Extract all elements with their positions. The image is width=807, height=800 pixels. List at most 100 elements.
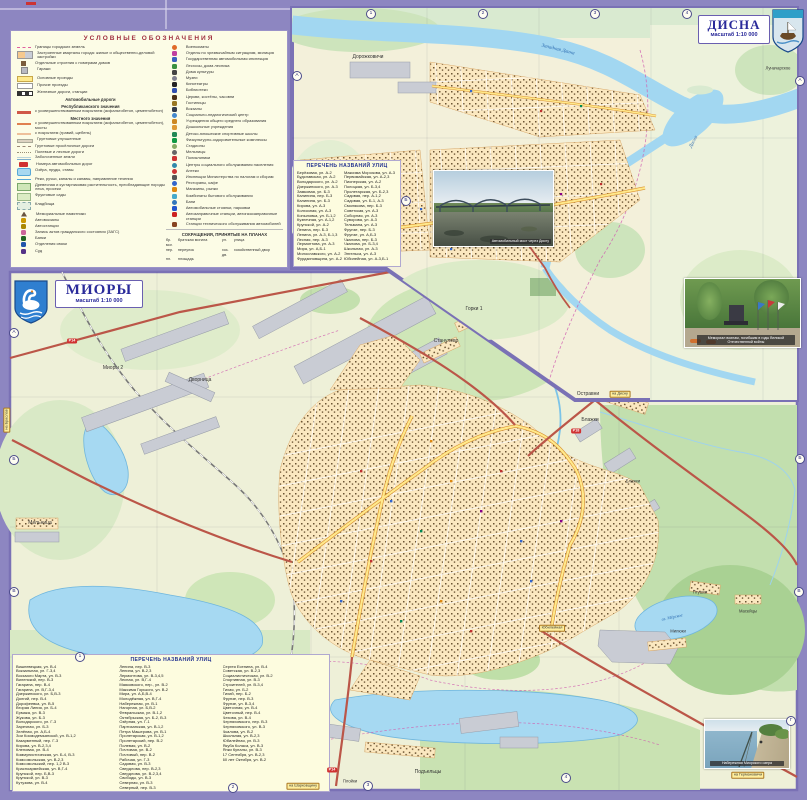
legend-item-label: Фруктовые сады	[35, 193, 66, 198]
abbr-full: переулок	[178, 248, 222, 257]
legend-item: Фруктовые сады	[15, 193, 166, 201]
legend-item-label: Государственная автомобильная инспекция	[186, 57, 268, 62]
legend-item: Границы городских земель	[15, 45, 166, 50]
legend-item: Заболоченные земли	[15, 155, 166, 160]
drive-other-icon	[17, 83, 33, 89]
abbr-full: улица	[234, 238, 278, 247]
legend-item: Отделения связи	[15, 242, 166, 247]
lake-icon	[17, 168, 31, 176]
legend-item-label: Бани	[186, 200, 195, 205]
legend-item-label: Магазины, рынки	[186, 187, 218, 192]
road-field-icon	[17, 152, 31, 153]
legend-item: Основные проезды	[15, 76, 166, 82]
drive-main-icon	[17, 76, 33, 82]
disna-scale: масштаб 1:10 000	[699, 32, 769, 38]
hostel-icon	[172, 101, 177, 106]
border-city-icon	[17, 47, 31, 48]
legend-item-label: Музеи	[186, 76, 198, 81]
stadium-icon	[172, 144, 177, 149]
court-icon	[21, 249, 26, 254]
legend-item: Железные дороги, станции	[15, 90, 166, 96]
legend-item: Библиотеки	[166, 88, 283, 93]
legend-item-label: Реки, ручьи, каналы и канавы, направлени…	[35, 177, 133, 182]
legend-item-label: Грунтовые улучшенные	[37, 137, 81, 142]
flags-drawing	[752, 298, 786, 332]
legend-item: Прочие проезды	[15, 83, 166, 89]
legend-item-label: Станции технического обслуживания автомо…	[186, 222, 281, 227]
legend-item-label: Дома культуры	[186, 70, 214, 75]
legend-item: Грунтовые просёлочные дороги	[15, 144, 166, 149]
grid-marker: А	[292, 71, 302, 81]
abbr-term: хоз. дв.	[222, 248, 234, 257]
legend-panel: УСЛОВНЫЕ ОБОЗНАЧЕНИЯ Границы городских з…	[10, 30, 288, 268]
legend-item: Церкви, костёлы, часовни	[166, 95, 283, 100]
grid-marker: 4	[561, 773, 571, 783]
legend-item-label: Автовокзалы	[35, 218, 59, 223]
settlement-label: Плойки	[343, 779, 357, 784]
road-grv-icon	[17, 133, 31, 136]
legend-item: Озёра, пруды, ставы	[15, 168, 166, 176]
abbr-full: площадь	[178, 257, 222, 262]
legend-item-label: Инспекции Министерства по налогам и сбор…	[186, 175, 274, 180]
legend-item-label: Древесная и кустарниковая растительность…	[35, 183, 166, 192]
school-icon	[172, 119, 177, 124]
polyclinic-icon	[172, 156, 177, 161]
road-direction-sign: на Германовичи	[731, 772, 764, 779]
legend-item-label: Застроенные кварталы города: жилые и общ…	[37, 51, 166, 60]
street-list-entry: Кутузова, ул. В-4	[16, 781, 117, 786]
road-loc-icon	[17, 123, 31, 126]
photo-caption: Автомобильный мост через Дисну	[490, 239, 551, 244]
museum-icon	[172, 76, 177, 81]
miory-title: МИОРЫ	[56, 282, 142, 298]
abbr-term: ул.	[222, 238, 234, 247]
road-num-icon	[19, 162, 28, 167]
settlement-label: Масейцы	[739, 609, 757, 614]
miory-street-column: Сергея Есенина, ул. В-4Советская, ул. В-…	[223, 665, 326, 791]
street-list-entry: Фурдзиновщина, ул. А-2	[297, 257, 342, 262]
grid-marker: 3	[590, 9, 600, 19]
road-direction-sign: на Дисну	[610, 391, 631, 398]
miory-coat-of-arms	[13, 279, 49, 325]
disna-street-column: Берёзовая, ул. А-2Будславская, ул. А-2Во…	[297, 171, 344, 262]
road-number-badge: Р14	[67, 339, 77, 344]
legend-item-label: Гаражи	[37, 67, 51, 72]
abbr-term: бр. мог.	[166, 238, 178, 247]
monument-icon	[21, 212, 27, 217]
legend-item: Лесхозы, дома лесника	[166, 64, 283, 69]
legend-item-label: Комбинаты бытового обслуживания	[186, 194, 253, 199]
legend-item-label: Лесхозы, дома лесника	[186, 64, 230, 69]
disna-street-list: ПЕРЕЧЕНЬ НАЗВАНИЙ УЛИЦ Берёзовая, ул. А-…	[293, 160, 401, 267]
grid-marker: Б	[9, 455, 19, 465]
legend-item: Магазины, рынки	[166, 187, 283, 192]
legend-section-header: Автомобильные дороги	[15, 97, 166, 102]
grid-marker: 1	[366, 9, 376, 19]
legend-item: Аптеки	[166, 169, 283, 174]
legend-item: Номера автомобильных дорог	[15, 162, 166, 167]
mchs-icon	[172, 51, 177, 56]
forest-icon	[17, 183, 31, 191]
abbr-term: пл.	[166, 257, 178, 262]
legend-item-label: Церкви, костёлы, часовни	[186, 95, 234, 100]
legend-item: Детско-юношеские спортивные школы	[166, 132, 283, 137]
legend-item-label: Социально-педагогический центр	[186, 113, 249, 118]
road-imp-icon	[17, 139, 33, 143]
legend-item: Государственная автомобильная инспекция	[166, 57, 283, 62]
legend-item: Реки, ручьи, каналы и канавы, направлени…	[15, 177, 166, 182]
garden-icon	[17, 193, 31, 201]
road-rep-icon	[17, 111, 31, 114]
abbreviations-title: СОКРАЩЕНИЯ, ПРИНЯТЫЕ НА ПЛАНАХ	[166, 232, 283, 237]
pedcenter-icon	[172, 113, 177, 118]
garage-icon	[21, 67, 28, 74]
legend-item: Бани	[166, 200, 283, 205]
settlement-label: Дворница	[189, 377, 212, 383]
kindergarten-icon	[172, 125, 177, 130]
legend-item-label: Номера автомобильных дорог	[36, 162, 93, 167]
culture-icon	[172, 70, 177, 75]
legend-item: Застроенные кварталы города: жилые и общ…	[15, 51, 166, 60]
legend-item-label: Дошкольные учреждения	[186, 125, 233, 130]
legend-item: с усовершенствованным покрытием (асфальт…	[15, 121, 166, 130]
legend-item: Мельницы	[166, 150, 283, 155]
forestry-icon	[172, 64, 177, 69]
river-icon	[17, 179, 31, 180]
legend-item-label: с усовершенствованным покрытием (асфальт…	[35, 121, 166, 130]
